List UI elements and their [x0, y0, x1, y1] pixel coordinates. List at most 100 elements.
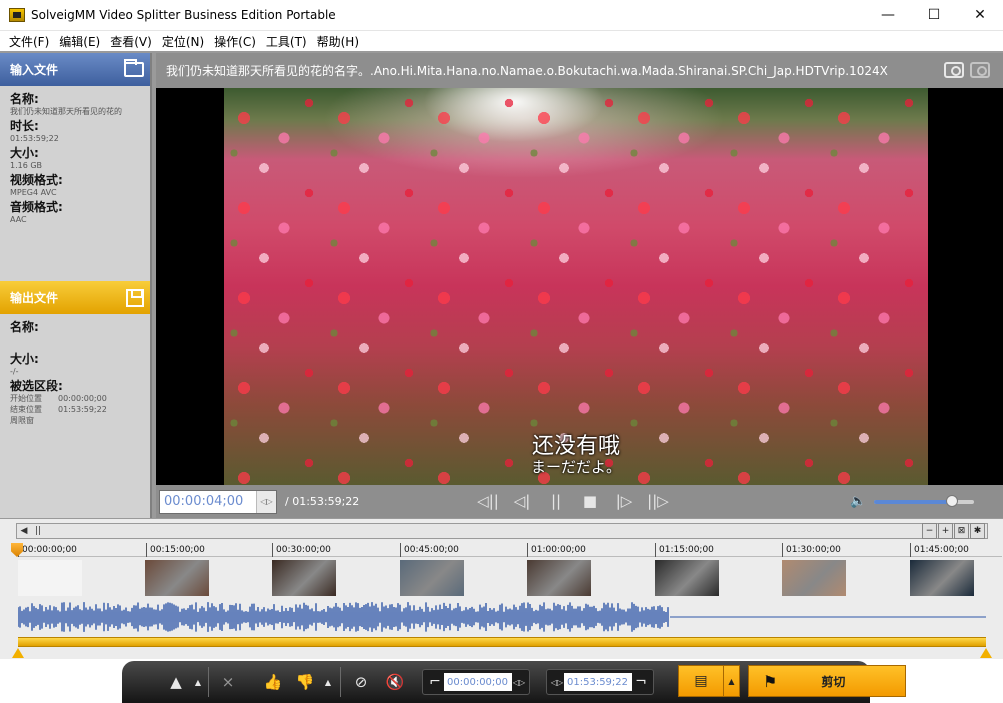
cut-controls: ▤ ▲ ⚑ 剪切: [678, 665, 906, 697]
timeline-thumbnail: [18, 560, 82, 596]
timeline-scrollbar[interactable]: ◀ || || ▶: [16, 523, 988, 539]
range-start-marker[interactable]: [12, 648, 24, 658]
next-frame-button[interactable]: |▷: [612, 489, 636, 513]
bottom-toolbar: ▲ ▲ ⨯ 👍 👎 ▲ ⊘ 🔇 ⌐ 00:00:00;00 ◁▷ ◁▷ 01:5…: [0, 659, 1003, 703]
menu-help[interactable]: 帮助(H): [312, 33, 364, 50]
selection-end-label: 结束位置: [10, 405, 42, 414]
menu-tools[interactable]: 工具(T): [261, 33, 312, 50]
current-time-input[interactable]: [160, 494, 256, 509]
input-size-value: 1.16 GB: [10, 161, 43, 170]
mute-icon[interactable]: 🔇: [382, 668, 408, 696]
audio-waveform[interactable]: [18, 600, 1002, 634]
window-title: SolveigMM Video Splitter Business Editio…: [31, 8, 336, 22]
timeline-thumbnail: [910, 560, 974, 596]
menu-operations[interactable]: 操作(C): [209, 33, 261, 50]
timeline-thumbnail: [400, 560, 464, 596]
zoom-in-icon[interactable]: +: [938, 523, 953, 539]
set-start-icon[interactable]: ⌐: [426, 671, 444, 693]
previous-marker-button[interactable]: ◁||: [476, 489, 500, 513]
toolbar-separator: [340, 667, 341, 697]
input-file-header: 输入文件: [0, 53, 150, 86]
previous-frame-button[interactable]: ◁|: [510, 489, 534, 513]
settings-icon[interactable]: ✱: [970, 523, 985, 539]
start-time-spinner[interactable]: ◁▷: [512, 678, 526, 687]
close-button[interactable]: ✕: [957, 0, 1003, 31]
timeline-panel: ◀ || || ▶ − + ⊠ ✱ 00:00:00;00 00:15:00;0…: [0, 519, 1003, 659]
menu-navigate[interactable]: 定位(N): [157, 33, 209, 50]
thumbs-down-icon[interactable]: 👎: [292, 668, 318, 696]
selection-start-row: 开始位置 00:00:00;00: [10, 393, 150, 404]
video-screen[interactable]: 还没有哦 まーだだよ。: [156, 88, 1003, 485]
snapshot-folder-icon[interactable]: [970, 62, 990, 78]
filename-bar: 我们仍未知道那天所看见的花的名字。.Ano.Hi.Mita.Hana.no.Na…: [156, 53, 1003, 87]
scroll-left-button[interactable]: ◀: [17, 524, 31, 538]
set-end-icon[interactable]: ¬: [632, 671, 650, 693]
time-ruler[interactable]: 00:00:00;00 00:15:00;00 00:30:00;00 00:4…: [18, 543, 1002, 557]
thumbnail-track[interactable]: [18, 560, 1002, 598]
volume-fill: [874, 499, 953, 504]
output-file-title: 输出文件: [10, 291, 59, 305]
app-logo-icon: [9, 8, 25, 22]
save-icon[interactable]: [126, 288, 144, 307]
timeline-thumbnail: [145, 560, 209, 596]
end-time-spinner[interactable]: ◁▷: [550, 678, 564, 687]
selection-length-label: 周限窗: [10, 416, 34, 425]
minimize-button[interactable]: —: [865, 0, 911, 31]
menu-edit[interactable]: 编辑(E): [54, 33, 105, 50]
file-info-panel: 输入文件 名称: 我们仍未知道那天所看见的花的 时长: 01:53:59;22 …: [0, 53, 152, 518]
tick-label: 01:00:00;00: [527, 543, 586, 557]
volume-knob[interactable]: [946, 494, 959, 507]
add-marker-icon[interactable]: ▲: [164, 668, 188, 696]
input-duration-label: 时长:: [10, 119, 39, 133]
marker-dropdown-icon[interactable]: ▲: [192, 668, 204, 696]
video-frame: 还没有哦 まーだだよ。: [224, 88, 928, 485]
zoom-out-icon[interactable]: −: [922, 523, 937, 539]
stop-button[interactable]: ■: [578, 489, 602, 513]
invert-selection-icon[interactable]: ⊘: [348, 668, 374, 696]
speaker-icon[interactable]: 🔈: [850, 494, 866, 509]
delete-marker-icon[interactable]: ⨯: [216, 668, 240, 696]
range-end-marker[interactable]: [980, 648, 992, 658]
menu-view[interactable]: 查看(V): [105, 33, 157, 50]
toolbar-separator: [208, 667, 209, 697]
input-audio-format-value: AAC: [10, 215, 27, 224]
input-size-label: 大小:: [10, 146, 39, 160]
output-name-label: 名称:: [10, 320, 39, 334]
open-folder-icon[interactable]: [124, 59, 144, 77]
start-time-input[interactable]: 00:00:00;00: [444, 673, 512, 691]
tick-label: 00:15:00;00: [146, 543, 205, 557]
volume-slider[interactable]: [874, 494, 975, 507]
output-file-header: 输出文件: [0, 281, 150, 314]
fragment-dropdown-icon[interactable]: ▲: [322, 668, 334, 696]
thumbs-up-icon[interactable]: 👍: [260, 668, 286, 696]
next-marker-button[interactable]: ||▷: [646, 489, 670, 513]
scroll-thumb[interactable]: [45, 525, 959, 537]
tick-label: 01:30:00;00: [782, 543, 841, 557]
input-video-format-value: MPEG4 AVC: [10, 188, 57, 197]
input-audio-format-label: 音频格式:: [10, 200, 63, 214]
menu-file[interactable]: 文件(F): [4, 33, 54, 50]
output-size-value: -/-: [10, 367, 19, 376]
transport-buttons: ◁|| ◁| || ■ |▷ ||▷: [476, 489, 670, 513]
output-file-info: 名称: 大小: -/- 被选区段: 开始位置 00:00:00;00 结束位置 …: [0, 314, 150, 426]
time-spinner[interactable]: ◁▷: [256, 490, 276, 513]
cut-mode-dropdown[interactable]: ▲: [724, 665, 740, 697]
scroll-thumb-start[interactable]: ||: [31, 524, 45, 538]
tick-label: 01:15:00;00: [655, 543, 714, 557]
zoom-fit-icon[interactable]: ⊠: [954, 523, 969, 539]
input-name-value: 我们仍未知道那天所看见的花的: [10, 107, 122, 116]
end-time-input[interactable]: 01:53:59;22: [564, 673, 632, 691]
selection-range-bar[interactable]: [18, 637, 986, 647]
cut-button[interactable]: ⚑ 剪切: [748, 665, 906, 697]
selection-length-row: 周限窗: [10, 415, 150, 426]
cut-button-label: 剪切: [821, 674, 846, 689]
tick-label: 00:00:00;00: [18, 543, 77, 557]
selection-end-row: 结束位置 01:53:59;22: [10, 404, 150, 415]
start-time-control: ⌐ 00:00:00;00 ◁▷: [422, 669, 530, 695]
timeline-thumbnail: [272, 560, 336, 596]
snapshot-icon[interactable]: [944, 62, 964, 78]
cut-mode-icon[interactable]: ▤: [678, 665, 724, 697]
pause-button[interactable]: ||: [544, 489, 568, 513]
flag-icon: ⚑: [763, 671, 778, 691]
maximize-button[interactable]: ☐: [911, 0, 957, 31]
